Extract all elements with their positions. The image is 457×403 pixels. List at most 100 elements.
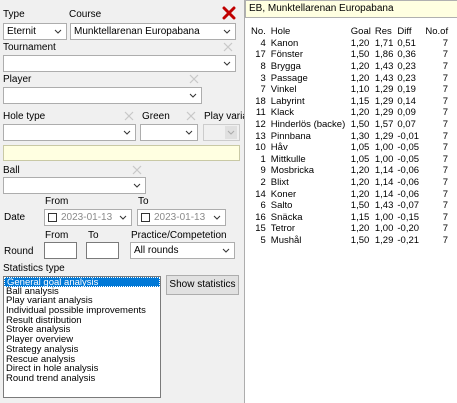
clear-tournament-icon[interactable] xyxy=(222,41,234,53)
green-select[interactable] xyxy=(140,124,198,141)
practice-select-value: All rounds xyxy=(134,245,179,256)
play-variant-select[interactable] xyxy=(203,124,240,141)
practice-select[interactable]: All rounds xyxy=(130,242,235,259)
date-to-checkbox[interactable] xyxy=(141,213,150,222)
hole-type-select[interactable] xyxy=(3,124,136,141)
table-row: 13 Pinnbana 1,30 1,29 -0,01 7 xyxy=(249,130,450,142)
date-to-picker[interactable]: 2023-01-13 xyxy=(137,209,226,226)
table-cell: 7 xyxy=(442,119,449,131)
stats-type-label: Statistics type xyxy=(3,263,65,274)
table-row: 4 Kanon 1,20 1,71 0,51 7 xyxy=(249,38,450,50)
table-row: 14 Koner 1,20 1,14 -0,06 7 xyxy=(249,188,450,200)
clear-green-icon[interactable] xyxy=(185,110,197,122)
table-cell: Passage xyxy=(270,72,308,84)
table-cell: 1,20 xyxy=(350,107,370,119)
chevron-down-icon xyxy=(118,212,128,227)
table-cell: 1,50 xyxy=(350,200,370,212)
table-row: 16 Snäcka 1,15 1,00 -0,15 7 xyxy=(249,212,450,224)
column-header[interactable]: Hole xyxy=(268,26,349,38)
table-row: 6 Salto 1,50 1,43 -0,07 7 xyxy=(249,200,450,212)
table-cell: 4 xyxy=(260,37,266,49)
column-header[interactable]: Goal xyxy=(349,26,373,38)
stats-type-item[interactable]: Round trend analysis xyxy=(4,374,160,384)
close-icon[interactable] xyxy=(222,6,236,20)
player-select[interactable] xyxy=(3,87,202,104)
chevron-down-icon xyxy=(121,126,133,139)
results-panel: EB, Munktellarenan Europabana No. Hole Goa… xyxy=(244,0,457,403)
clear-player-icon[interactable] xyxy=(188,73,200,85)
table-cell: Snäcka xyxy=(270,211,303,223)
column-header[interactable]: Diff xyxy=(395,26,423,38)
table-cell: 9 xyxy=(260,165,266,177)
stats-type-list[interactable]: General goal analysis Ball analysis Play v… xyxy=(3,276,161,398)
table-cell: Vinkel xyxy=(270,84,297,96)
table-cell: Pinnbana xyxy=(270,130,311,142)
table-cell: 0,51 xyxy=(397,37,416,49)
table-cell: 1,43 xyxy=(374,61,394,73)
chevron-down-icon xyxy=(183,126,195,139)
table-cell: Blixt xyxy=(270,177,289,189)
clear-hole-type-icon[interactable] xyxy=(123,110,135,122)
type-select-value: Eternit xyxy=(7,26,36,37)
date-from-picker[interactable]: 2023-01-13 xyxy=(44,209,132,226)
table-cell: 1,20 xyxy=(350,223,370,235)
table-cell: 1 xyxy=(260,153,266,165)
chevron-down-icon xyxy=(220,244,232,257)
table-cell: 8 xyxy=(260,61,266,73)
column-header[interactable]: No. xyxy=(249,26,268,38)
table-cell: -0,05 xyxy=(397,153,420,165)
table-cell: 7 xyxy=(442,37,449,49)
table-cell: 5 xyxy=(260,234,266,246)
table-row: 8 Brygga 1,20 1,43 0,23 7 xyxy=(249,61,450,73)
table-cell: 1,20 xyxy=(350,165,370,177)
table-cell: 0,07 xyxy=(397,119,416,131)
table-cell: 1,00 xyxy=(374,223,394,235)
course-select[interactable]: Munktellarenan Europabana xyxy=(70,23,236,40)
table-cell: 7 xyxy=(442,211,449,223)
table-row: 5 Mushål 1,50 1,29 -0,21 7 xyxy=(249,235,450,247)
table-cell: 1,14 xyxy=(374,165,394,177)
table-cell: 1,43 xyxy=(374,72,394,84)
type-select[interactable]: Eternit xyxy=(3,23,67,40)
player-label: Player xyxy=(3,74,32,85)
table-row: 11 Klack 1,20 1,29 0,09 7 xyxy=(249,107,450,119)
tournament-select[interactable] xyxy=(3,55,236,72)
chevron-down-icon xyxy=(131,179,143,192)
clear-ball-icon[interactable] xyxy=(131,164,143,176)
table-cell: 7 xyxy=(442,234,449,246)
green-label: Green xyxy=(142,111,170,122)
chevron-down-icon xyxy=(187,89,199,102)
date-label: Date xyxy=(4,212,26,223)
show-statistics-button[interactable]: Show statistics xyxy=(166,275,239,295)
table-cell: 1,00 xyxy=(374,153,394,165)
table-cell: 7 xyxy=(260,84,266,96)
course-select-value: Munktellarenan Europabana xyxy=(74,26,200,37)
table-cell: 0,14 xyxy=(397,95,416,107)
table-cell: -0,06 xyxy=(397,177,420,189)
column-header[interactable]: No.of xyxy=(423,26,450,38)
table-cell: 0,23 xyxy=(397,72,416,84)
table-cell: 1,43 xyxy=(374,200,394,212)
table-cell: 15 xyxy=(255,223,266,235)
column-header[interactable]: Res xyxy=(373,26,396,38)
table-row: 1 Mittkulle 1,05 1,00 -0,05 7 xyxy=(249,154,450,166)
chevron-down-icon xyxy=(221,25,233,38)
results-title: EB, Munktellarenan Europabana xyxy=(245,0,457,18)
round-to-input[interactable] xyxy=(86,242,119,259)
date-to-label: To xyxy=(138,196,149,207)
practice-label: Practice/Competetion xyxy=(131,230,227,241)
chevron-down-icon xyxy=(221,57,233,70)
table-cell: 0,09 xyxy=(397,107,416,119)
table-cell: -0,20 xyxy=(397,223,420,235)
table-cell: 7 xyxy=(442,72,449,84)
chevron-down-icon xyxy=(52,25,64,38)
table-cell: 1,05 xyxy=(350,142,370,154)
table-cell: 1,15 xyxy=(350,211,370,223)
table-cell: 7 xyxy=(442,200,449,212)
date-from-checkbox[interactable] xyxy=(48,213,57,222)
table-cell: Håv xyxy=(270,142,288,154)
round-from-input[interactable] xyxy=(44,242,77,259)
table-cell: Hinderlös (backe) xyxy=(270,119,346,131)
table-cell: 1,20 xyxy=(350,37,370,49)
ball-select[interactable] xyxy=(3,177,146,194)
